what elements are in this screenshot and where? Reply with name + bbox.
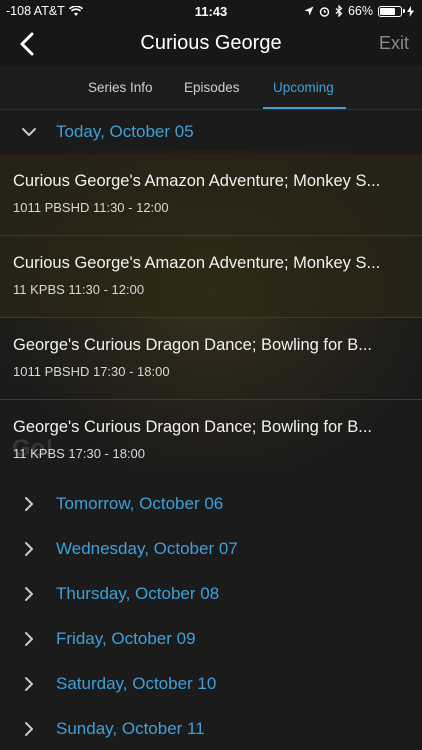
- day-header-friday[interactable]: Friday, October 09: [0, 617, 422, 661]
- battery-icon: [378, 5, 405, 17]
- day-header-today[interactable]: Today, October 05: [0, 110, 422, 154]
- episode-channel-time: 1011 PBSHD 17:30 - 18:00: [13, 364, 170, 379]
- chevron-right-icon: [25, 542, 33, 556]
- day-label: Saturday, October 10: [56, 674, 217, 693]
- day-header-tomorrow[interactable]: Tomorrow, October 06: [0, 482, 422, 526]
- upcoming-list: Go! Today, October 05 Curious George's A…: [0, 110, 422, 750]
- battery-percent: 66%: [347, 4, 373, 18]
- day-label: Tomorrow, October 06: [56, 494, 224, 513]
- episode-row[interactable]: Curious George's Amazon Adventure; Monke…: [0, 236, 422, 318]
- chevron-right-icon: [25, 722, 33, 736]
- page-title: Curious George: [140, 32, 282, 54]
- chevron-down-icon: [22, 128, 36, 136]
- tab-series-info[interactable]: Series Info: [88, 80, 153, 95]
- chevron-right-icon: [25, 587, 33, 601]
- day-label: Sunday, October 11: [56, 719, 205, 738]
- bluetooth-icon: [335, 5, 343, 17]
- location-icon: [304, 6, 314, 16]
- chevron-right-icon: [25, 677, 33, 691]
- chevron-right-icon: [25, 632, 33, 646]
- active-tab-indicator: [263, 107, 346, 109]
- day-label: Thursday, October 08: [56, 584, 220, 603]
- alarm-icon: [319, 6, 330, 17]
- day-header-wednesday[interactable]: Wednesday, October 07: [0, 527, 422, 571]
- episode-row[interactable]: George's Curious Dragon Dance; Bowling f…: [0, 400, 422, 482]
- day-label: Today, October 05: [56, 122, 194, 141]
- episode-title: Curious George's Amazon Adventure; Monke…: [13, 172, 381, 190]
- episode-channel-time: 1011 PBSHD 11:30 - 12:00: [13, 200, 169, 215]
- nav-bar: Curious George Exit: [0, 22, 422, 66]
- episode-channel-time: 11 KPBS 17:30 - 18:00: [13, 446, 146, 461]
- day-header-sunday[interactable]: Sunday, October 11: [0, 707, 422, 750]
- tab-episodes[interactable]: Episodes: [184, 80, 240, 95]
- charging-icon: [407, 5, 414, 17]
- day-header-saturday[interactable]: Saturday, October 10: [0, 662, 422, 706]
- chevron-right-icon: [25, 497, 33, 511]
- episode-title: Curious George's Amazon Adventure; Monke…: [13, 254, 381, 272]
- episode-title: George's Curious Dragon Dance; Bowling f…: [13, 418, 372, 436]
- exit-button[interactable]: Exit: [379, 33, 409, 54]
- episode-channel-time: 11 KPBS 11:30 - 12:00: [13, 282, 145, 297]
- status-right: 66%: [304, 4, 414, 18]
- day-label: Wednesday, October 07: [56, 539, 238, 558]
- day-header-thursday[interactable]: Thursday, October 08: [0, 572, 422, 616]
- tab-bar: Series Info Episodes Upcoming: [0, 66, 422, 110]
- status-bar: -108 AT&T 11:43 66%: [0, 0, 422, 22]
- episode-title: George's Curious Dragon Dance; Bowling f…: [13, 336, 372, 354]
- tab-upcoming[interactable]: Upcoming: [273, 80, 334, 95]
- episode-row[interactable]: George's Curious Dragon Dance; Bowling f…: [0, 318, 422, 400]
- episode-row[interactable]: Curious George's Amazon Adventure; Monke…: [0, 154, 422, 236]
- day-label: Friday, October 09: [56, 629, 196, 648]
